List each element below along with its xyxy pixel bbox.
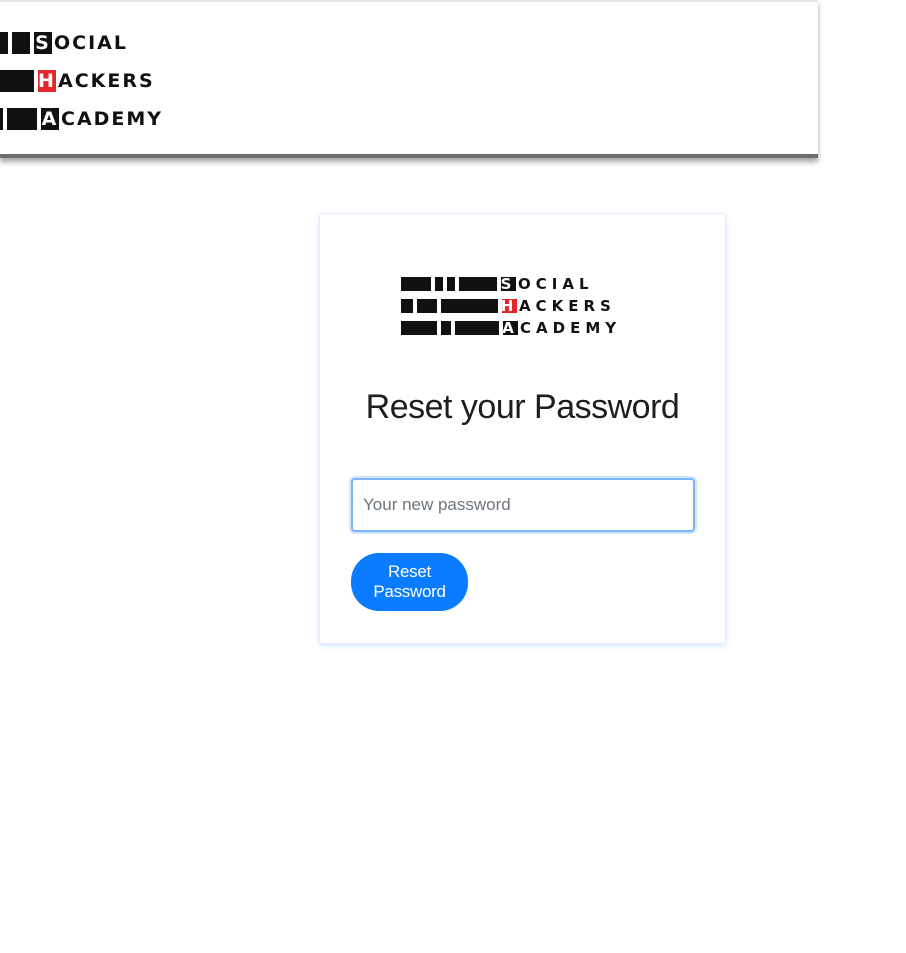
logo-bar	[441, 321, 451, 335]
logo-word-rest: ACKERS	[58, 70, 155, 92]
logo-initial: A	[502, 319, 519, 337]
logo-bar	[455, 321, 499, 335]
logo-initial: A	[41, 108, 59, 130]
new-password-input[interactable]	[351, 478, 695, 532]
logo-bar	[0, 32, 8, 54]
logo-word-rest: ACKERS	[519, 297, 616, 315]
logo-bar	[0, 108, 3, 130]
logo-word-rest: CADEMY	[520, 319, 622, 337]
logo-row-social: S OCIAL	[0, 30, 163, 56]
logo-bar	[447, 277, 455, 291]
reset-password-card: S OCIAL H ACKERS A CADEMY Reset your Pas…	[319, 213, 726, 644]
logo-word-rest: OCIAL	[518, 275, 594, 293]
logo-row-hackers: H ACKERS	[401, 297, 621, 315]
logo-initial: H	[500, 297, 519, 315]
logo-initial: H	[38, 70, 56, 92]
logo-bar	[401, 321, 437, 335]
logo-word-rest: OCIAL	[54, 32, 128, 54]
logo-bar	[459, 277, 497, 291]
logo-row-social: S OCIAL	[401, 275, 621, 293]
logo-row-academy: A CADEMY	[0, 106, 163, 132]
logo-bar	[401, 299, 413, 313]
reset-password-button[interactable]: Reset Password	[351, 553, 468, 611]
logo-bar	[401, 277, 431, 291]
logo-word-rest: CADEMY	[61, 108, 164, 130]
logo-row-hackers: H ACKERS	[0, 68, 163, 94]
logo-row-academy: A CADEMY	[401, 319, 621, 337]
site-logo[interactable]: S OCIAL H ACKERS A CADEMY	[0, 30, 163, 144]
logo-bar	[417, 299, 437, 313]
logo-initial: S	[500, 275, 517, 293]
card-logo: S OCIAL H ACKERS A CADEMY	[401, 275, 621, 341]
site-header: S OCIAL H ACKERS A CADEMY	[0, 0, 818, 158]
page-title: Reset your Password	[365, 388, 680, 426]
logo-bar	[441, 299, 498, 313]
logo-initial: S	[34, 32, 52, 54]
logo-bar	[7, 108, 37, 130]
logo-bar	[12, 32, 30, 54]
logo-bar	[0, 70, 34, 92]
logo-bar	[435, 277, 443, 291]
